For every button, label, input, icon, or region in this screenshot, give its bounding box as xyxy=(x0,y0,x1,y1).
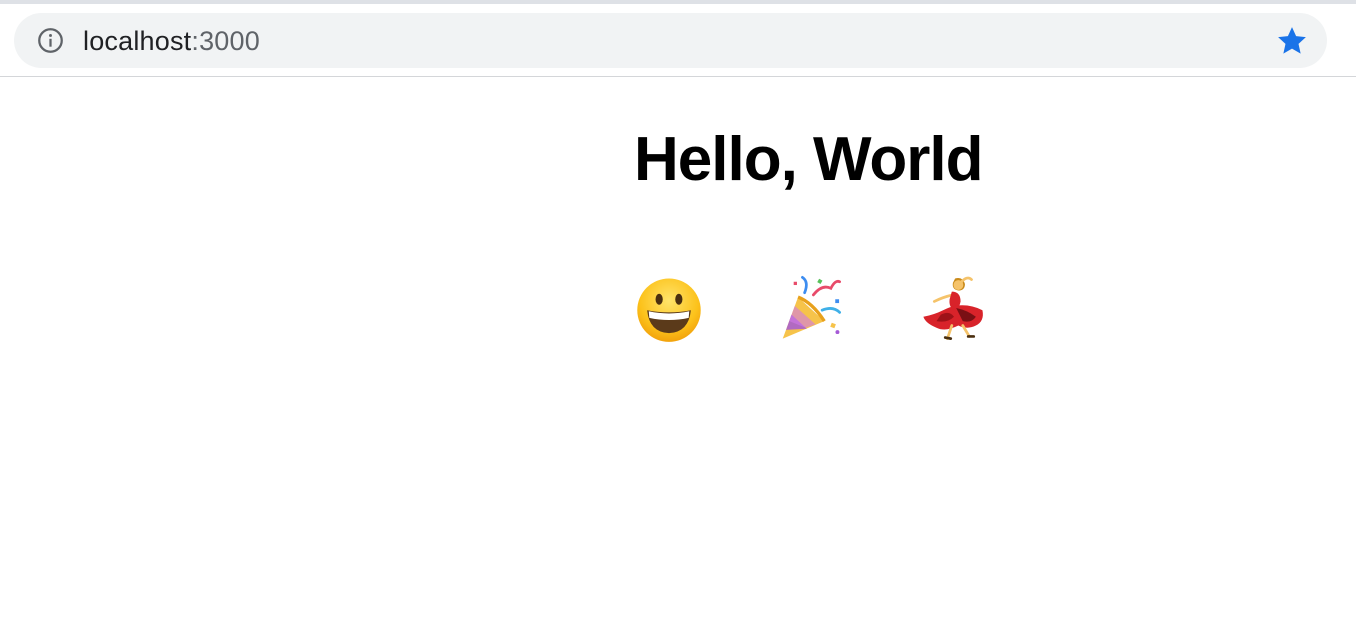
page-content: Hello, World xyxy=(0,77,1356,628)
url-host: localhost xyxy=(83,26,192,56)
grinning-face-emoji xyxy=(637,278,701,342)
page-heading: Hello, World xyxy=(634,125,984,194)
url-port: :3000 xyxy=(191,26,260,56)
party-popper-emoji xyxy=(782,276,841,339)
url-text[interactable]: localhost:3000 xyxy=(83,25,260,57)
browser-toolbar: localhost:3000 xyxy=(0,4,1356,77)
star-icon[interactable] xyxy=(1275,24,1309,58)
address-bar[interactable]: localhost:3000 xyxy=(14,13,1327,68)
info-icon[interactable] xyxy=(37,27,64,54)
woman-dancing-emoji xyxy=(923,276,983,340)
